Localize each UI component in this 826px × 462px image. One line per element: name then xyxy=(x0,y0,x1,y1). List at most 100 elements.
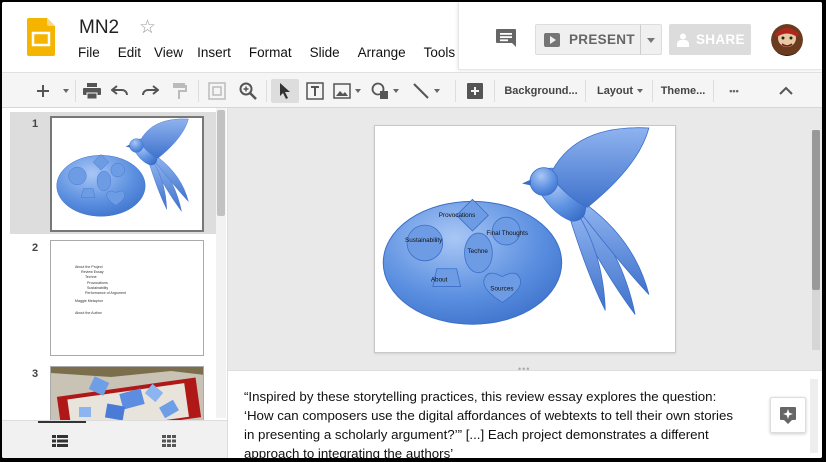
grid-view-icon[interactable] xyxy=(162,435,176,447)
menu-insert[interactable]: Insert xyxy=(197,45,231,60)
image-button[interactable] xyxy=(332,79,362,103)
layout-label: Layout xyxy=(596,85,634,97)
more-button[interactable]: ••• xyxy=(720,79,748,103)
new-slide-button[interactable] xyxy=(30,79,56,103)
cursor-arrow-icon xyxy=(280,83,290,99)
undo-icon xyxy=(111,85,128,96)
zoom-button[interactable] xyxy=(236,79,260,103)
scrollbar-thumb[interactable] xyxy=(217,110,225,216)
toolbar: Background... Layout Theme... ••• xyxy=(2,72,822,108)
redo-icon xyxy=(142,85,159,96)
outline-line: Maggie Metaphor xyxy=(75,299,103,304)
scrollbar-thumb[interactable] xyxy=(812,130,820,290)
fit-button[interactable] xyxy=(205,79,229,103)
speaker-notes[interactable]: “Inspired by these storytelling practice… xyxy=(228,370,822,458)
toolbar-divider xyxy=(198,80,199,102)
undo-button[interactable] xyxy=(108,79,132,103)
present-dropdown-button[interactable] xyxy=(640,24,662,55)
toolbar-divider xyxy=(652,80,653,102)
play-icon xyxy=(544,32,560,47)
toolbar-divider xyxy=(585,80,586,102)
chevron-down-icon xyxy=(637,89,644,93)
background-label: Background... xyxy=(504,85,578,97)
slide-label-sources: Sources xyxy=(490,286,513,293)
current-slide[interactable]: Provocations Sustainability Final Though… xyxy=(374,125,676,353)
print-icon xyxy=(83,83,101,99)
slide-label-techne: Techne xyxy=(468,248,489,255)
toolbar-divider xyxy=(713,80,714,102)
slide-number: 3 xyxy=(32,368,39,380)
slide-thumbnail-3[interactable]: 3 xyxy=(10,364,216,426)
menu-slide[interactable]: Slide xyxy=(310,45,340,60)
shape-button[interactable] xyxy=(369,79,401,103)
menu-edit[interactable]: Edit xyxy=(118,45,141,60)
paint-format-button[interactable] xyxy=(168,79,192,103)
text-box-icon xyxy=(306,82,324,100)
theme-button[interactable]: Theme... xyxy=(658,79,708,103)
toolbar-divider xyxy=(455,80,456,102)
toolbar-divider xyxy=(75,80,76,102)
explore-button[interactable] xyxy=(770,397,806,433)
outline-line: About the Author xyxy=(75,311,102,316)
comment-icon[interactable] xyxy=(495,28,517,48)
slide-1-preview-graphic xyxy=(52,118,202,230)
slide-preview xyxy=(50,366,204,426)
new-slide-dropdown[interactable] xyxy=(57,79,71,103)
app-window: MN2 ☆ File Edit View Insert Format Slide… xyxy=(2,2,822,458)
text-box-button[interactable] xyxy=(302,79,328,103)
filmstrip-footer xyxy=(2,420,227,458)
explore-sparkle-icon xyxy=(780,407,796,424)
menu-format[interactable]: Format xyxy=(249,45,292,60)
layout-button[interactable]: Layout xyxy=(592,79,648,103)
redo-button[interactable] xyxy=(138,79,162,103)
menu-bar: File Edit View Insert Format Slide Arran… xyxy=(78,45,499,60)
speaker-notes-text[interactable]: “Inspired by these storytelling practice… xyxy=(244,387,734,458)
chevron-down-icon xyxy=(434,89,440,93)
slide-3-collage-image xyxy=(51,367,203,425)
present-label: PRESENT xyxy=(569,32,635,47)
menu-file[interactable]: File xyxy=(78,45,100,60)
avatar[interactable] xyxy=(771,24,803,56)
slide-label-about: About xyxy=(431,277,448,284)
present-button[interactable]: PRESENT xyxy=(535,24,641,55)
document-title[interactable]: MN2 xyxy=(79,17,119,39)
background-button[interactable]: Background... xyxy=(501,79,581,103)
fit-icon xyxy=(208,82,226,100)
menu-arrange[interactable]: Arrange xyxy=(358,45,406,60)
chevron-up-icon xyxy=(779,86,793,95)
add-comment-button[interactable] xyxy=(463,79,487,103)
slide-thumbnail-2[interactable]: 2 About the Project Review Essay Techne … xyxy=(10,238,216,360)
header-actions: PRESENT SHARE xyxy=(458,2,822,70)
chevron-down-icon xyxy=(393,89,399,93)
filmstrip-scrollbar[interactable] xyxy=(216,108,226,418)
zoom-icon xyxy=(239,82,257,100)
slide-label-final-thoughts: Final Thoughts xyxy=(486,230,528,237)
chevron-down-icon xyxy=(63,89,69,93)
select-tool-button[interactable] xyxy=(271,79,299,103)
active-view-indicator xyxy=(38,421,86,423)
share-button[interactable]: SHARE xyxy=(669,24,751,55)
slide-2-outline: About the Project Review Essay Techne Pr… xyxy=(75,265,126,317)
print-button[interactable] xyxy=(80,79,104,103)
slide-label-sustainability: Sustainability xyxy=(405,237,443,244)
notes-scrollbar[interactable] xyxy=(810,379,818,453)
slide-canvas-area: Provocations Sustainability Final Though… xyxy=(228,108,822,370)
slides-logo-icon[interactable] xyxy=(27,18,55,56)
menu-tools[interactable]: Tools xyxy=(424,45,456,60)
line-button[interactable] xyxy=(410,79,442,103)
theme-label: Theme... xyxy=(660,85,706,97)
list-view-icon[interactable] xyxy=(52,435,68,447)
star-icon[interactable]: ☆ xyxy=(139,16,156,39)
shape-icon xyxy=(371,82,388,99)
slide-thumbnail-1[interactable]: 1 xyxy=(10,112,216,234)
menu-view[interactable]: View xyxy=(154,45,183,60)
canvas-scrollbar[interactable] xyxy=(812,130,820,350)
header: MN2 ☆ File Edit View Insert Format Slide… xyxy=(2,2,822,72)
slide-number: 2 xyxy=(32,242,39,254)
collapse-toolbar-button[interactable] xyxy=(774,79,798,103)
outline-line: Performance of Argument xyxy=(85,291,126,296)
toolbar-divider xyxy=(494,80,495,102)
paint-roller-icon xyxy=(173,83,187,99)
toolbar-divider xyxy=(266,80,267,102)
slide-graphic: Provocations Sustainability Final Though… xyxy=(374,125,676,353)
